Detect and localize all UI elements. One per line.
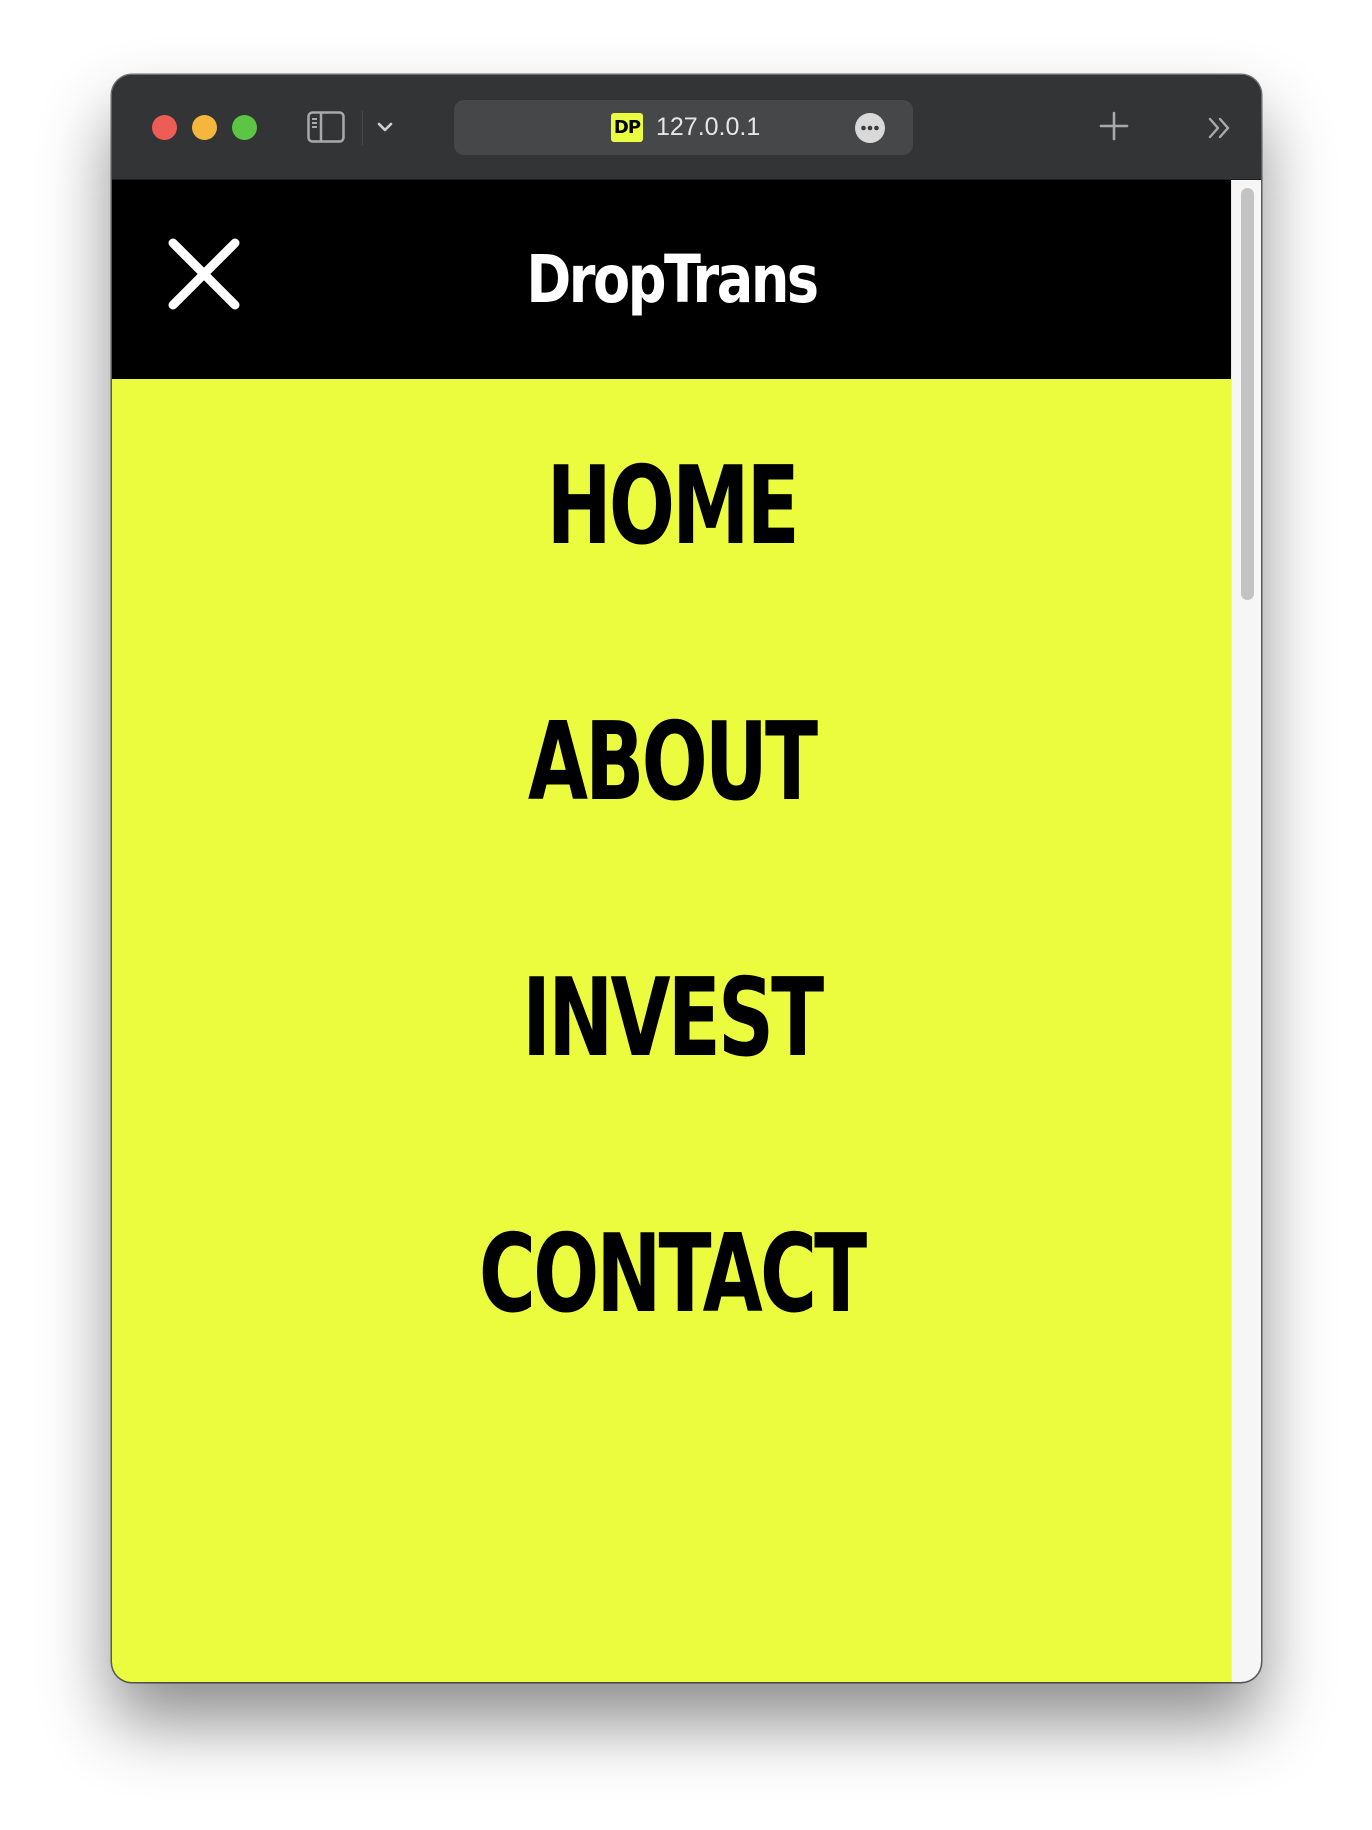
new-tab-icon[interactable] (1097, 109, 1131, 143)
browser-toolbar: DP 127.0.0.1 (112, 75, 1261, 180)
tab-overflow-icon[interactable] (1205, 113, 1235, 143)
site-favicon: DP (611, 113, 643, 142)
nav-item-home[interactable]: HOME (112, 379, 1231, 635)
nav-item-label: HOME (546, 444, 799, 569)
site-header: DropTrans (112, 180, 1231, 379)
scrollbar-thumb[interactable] (1241, 188, 1254, 600)
close-icon[interactable] (166, 236, 242, 312)
nav-item-label: CONTACT (478, 1212, 867, 1337)
nav-item-about[interactable]: ABOUT (112, 635, 1231, 891)
nav-item-invest[interactable]: INVEST (112, 891, 1231, 1147)
vertical-scrollbar[interactable] (1231, 180, 1261, 1682)
page-viewport: DropTrans HOME ABOUT INVEST CONTACT (112, 180, 1231, 1682)
site-logo[interactable]: DropTrans (213, 180, 1131, 379)
toolbar-divider (362, 111, 363, 145)
nav-item-label: ABOUT (527, 700, 818, 825)
address-bar[interactable]: DP 127.0.0.1 (454, 100, 913, 155)
more-options-icon[interactable] (855, 113, 885, 143)
window-close-button[interactable] (152, 115, 177, 140)
nav-item-contact[interactable]: CONTACT (112, 1147, 1231, 1403)
address-url[interactable]: 127.0.0.1 (656, 100, 760, 155)
window-minimize-button[interactable] (192, 115, 217, 140)
chevron-down-icon[interactable] (374, 115, 396, 139)
window-maximize-button[interactable] (232, 115, 257, 140)
nav-item-label: INVEST (521, 956, 824, 1081)
sidebar-toggle-icon[interactable] (307, 111, 345, 143)
browser-window: DP 127.0.0.1 DropTrans HOME ABOUT INVEST… (112, 75, 1261, 1682)
main-navigation: HOME ABOUT INVEST CONTACT (112, 379, 1231, 1403)
